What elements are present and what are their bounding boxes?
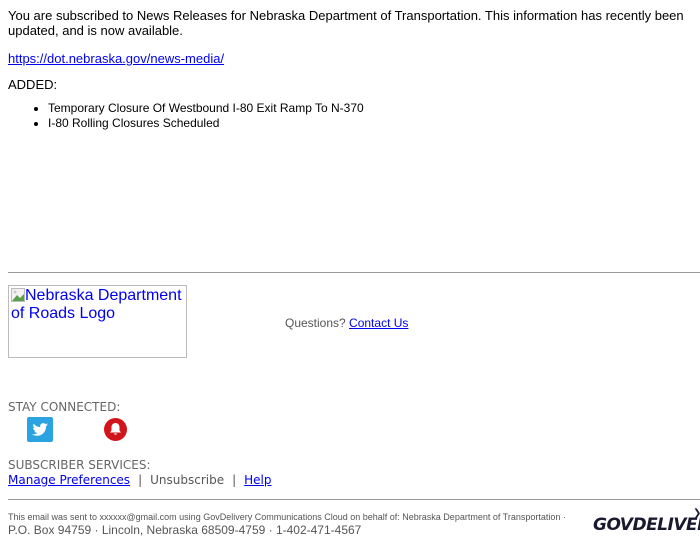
stay-connected-label: STAY CONNECTED: xyxy=(8,400,121,414)
footer-sent-text: This email was sent to xxxxxx@gmail.com … xyxy=(8,512,561,522)
logo-image[interactable]: Nebraska Department of Roads Logo xyxy=(8,285,187,358)
added-items-list: Temporary Closure Of Westbound I-80 Exit… xyxy=(8,101,364,131)
contact-us-link[interactable]: Contact Us xyxy=(349,316,408,330)
manage-preferences-link[interactable]: Manage Preferences xyxy=(8,473,130,487)
bell-icon[interactable] xyxy=(104,418,127,441)
footer-address: P.O. Box 94759 · Lincoln, Nebraska 68509… xyxy=(8,523,362,537)
separator: | xyxy=(232,473,237,487)
separator: | xyxy=(138,473,143,487)
subscriber-services-links: Manage Preferences | Unsubscribe | Help xyxy=(8,473,272,487)
help-link[interactable]: Help xyxy=(244,473,271,487)
questions-line: Questions? Contact Us xyxy=(285,316,408,330)
broken-image-icon xyxy=(11,288,25,302)
questions-label: Questions? xyxy=(285,316,346,330)
logo-alt-text: Nebraska Department of Roads Logo xyxy=(11,287,182,322)
divider xyxy=(8,499,700,500)
divider xyxy=(8,272,700,273)
twitter-icon[interactable] xyxy=(27,417,53,442)
unsubscribe-link[interactable]: Unsubscribe xyxy=(150,473,224,487)
added-label: ADDED: xyxy=(8,77,58,92)
list-item[interactable]: I-80 Rolling Closures Scheduled xyxy=(48,116,364,131)
footer-text: This email was sent to xxxxxx@gmail.com … xyxy=(8,512,566,537)
subscriber-services-label: SUBSCRIBER SERVICES: xyxy=(8,458,151,472)
list-item[interactable]: Temporary Closure Of Westbound I-80 Exit… xyxy=(48,101,364,116)
news-media-link[interactable]: https://dot.nebraska.gov/news-media/ xyxy=(8,51,224,66)
intro-text: You are subscribed to News Releases for … xyxy=(8,8,684,38)
govdelivery-logo[interactable]: GOVDELIVERY xyxy=(593,515,700,535)
govdelivery-mark-icon: ❯ xyxy=(693,508,700,519)
